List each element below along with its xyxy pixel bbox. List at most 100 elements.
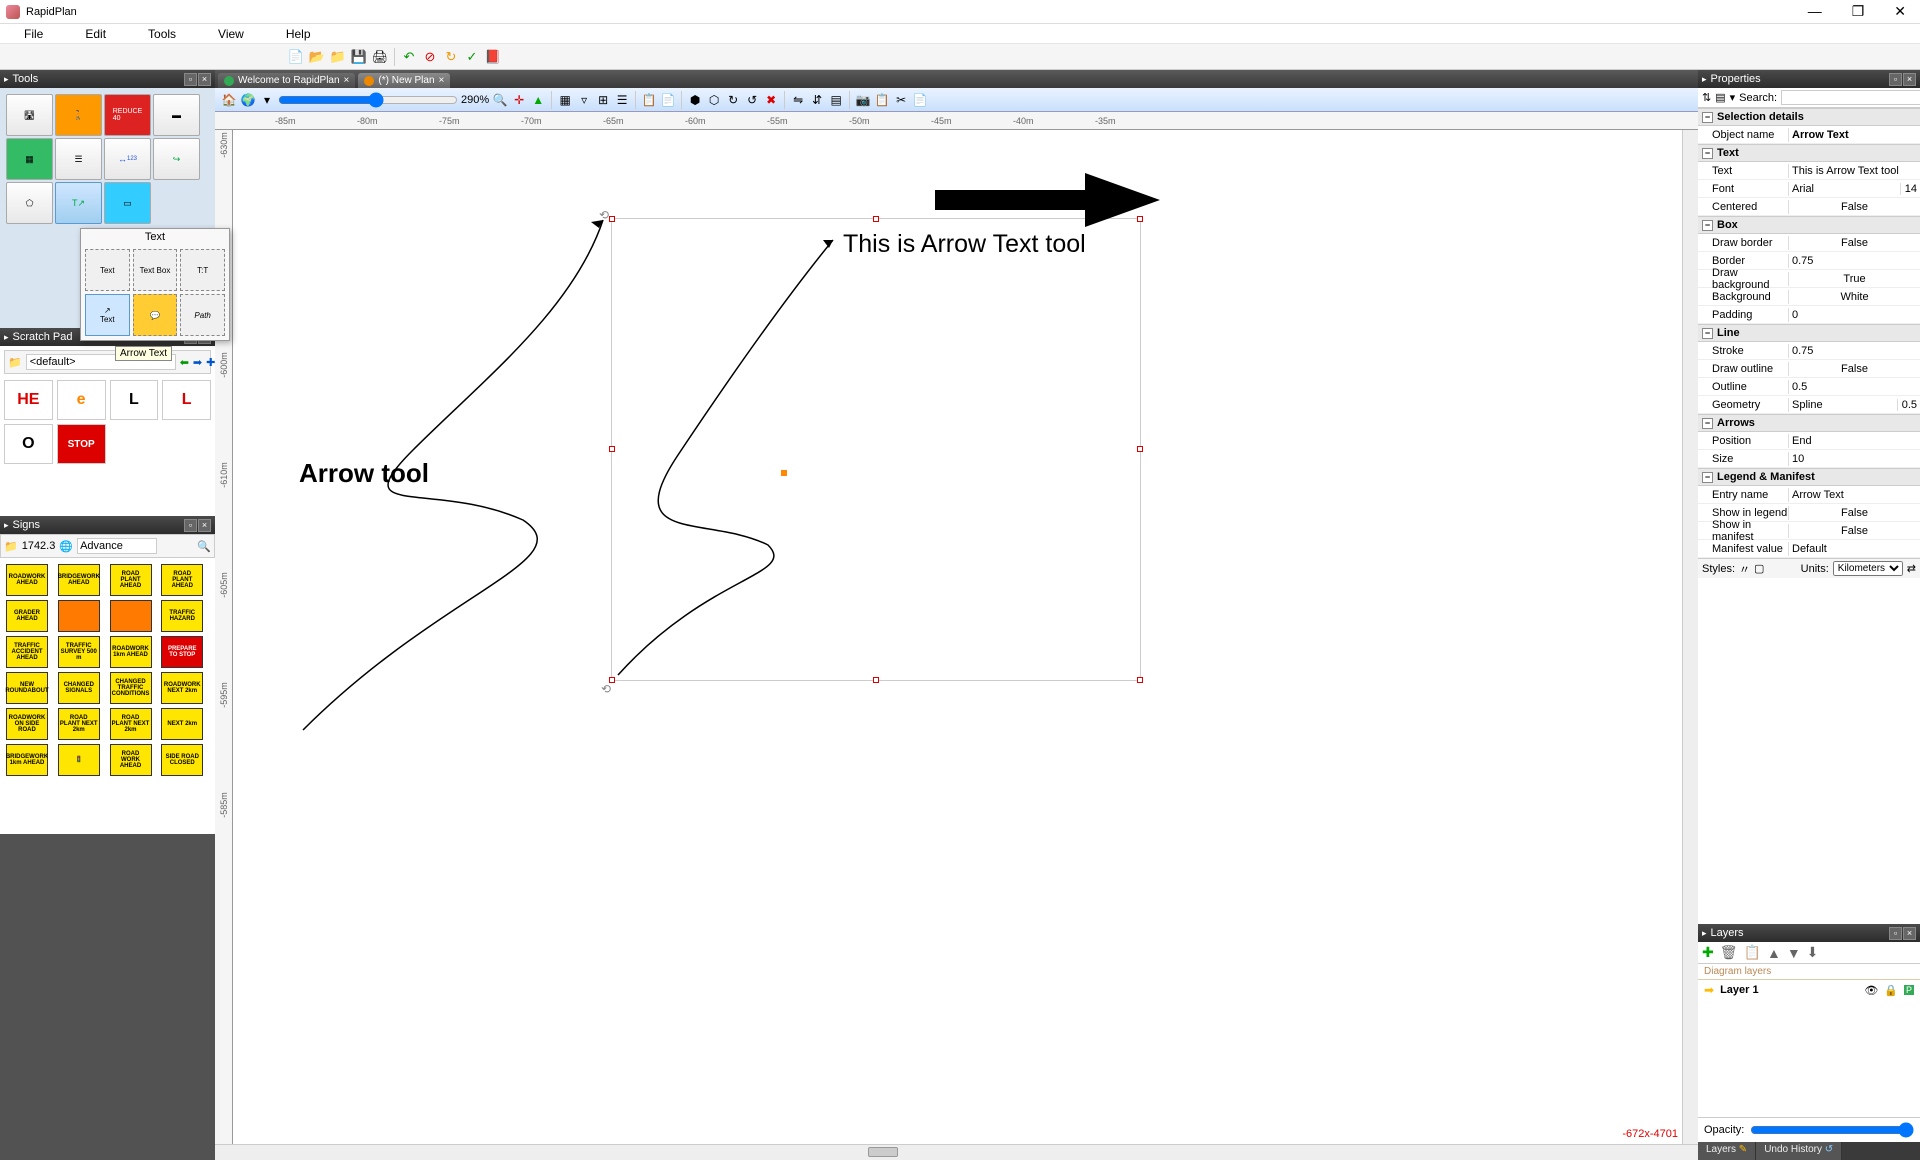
copy-icon[interactable]: 📋 (641, 92, 657, 108)
window-close[interactable]: ✕ (1886, 1, 1914, 22)
sign-item[interactable]: ROAD PLANT AHEAD (161, 564, 203, 596)
section-selection[interactable]: −Selection details (1698, 108, 1920, 126)
save-icon[interactable]: 💾 (350, 48, 368, 66)
panel-pin-icon[interactable]: ▫ (1889, 927, 1902, 940)
filter-icon[interactable]: ▤ (1715, 91, 1725, 104)
prop-value[interactable]: 0.5 (1788, 380, 1920, 394)
sign-item[interactable]: NEW ROUNDABOUT (6, 672, 48, 704)
rotate-icon[interactable]: ↻ (725, 92, 741, 108)
menu-tools[interactable]: Tools (128, 25, 196, 43)
paste-icon[interactable]: 📄 (660, 92, 676, 108)
sign-item[interactable]: PREPARE TO STOP (161, 636, 203, 668)
scratch-item[interactable]: L (110, 380, 159, 420)
marker-icon[interactable]: ▲ (530, 92, 546, 108)
sign-item[interactable]: ROADWORK AHEAD (6, 564, 48, 596)
clipboard-icon[interactable]: 📋 (874, 92, 890, 108)
exit-icon[interactable]: 📕 (484, 48, 502, 66)
tool-area[interactable]: ▦ (6, 138, 53, 180)
delete-icon[interactable]: ✖ (763, 92, 779, 108)
tool-road[interactable]: 🛣 (6, 94, 53, 136)
group-icon[interactable]: ⬢ (687, 92, 703, 108)
prop-value[interactable]: Default (1788, 542, 1920, 556)
tools-panel-header[interactable]: ▸ Tools ▫× (0, 70, 215, 88)
scratch-item[interactable]: HE (4, 380, 53, 420)
sign-item[interactable]: NEXT 2km (161, 708, 203, 740)
window-minimize[interactable]: — (1800, 1, 1830, 22)
lock-icon[interactable]: 🔒 (1884, 984, 1898, 997)
sign-item[interactable]: TRAFFIC HAZARD (161, 600, 203, 632)
tool-speed-sign[interactable]: REDUCE40 (104, 94, 151, 136)
rotate-handle-icon[interactable]: ⟲ (599, 208, 609, 222)
tab-welcome[interactable]: Welcome to RapidPlan× (218, 73, 355, 88)
flyout-text-pair[interactable]: T:T (180, 249, 225, 291)
panel-close-icon[interactable]: × (198, 73, 211, 86)
print-layer-icon[interactable]: P (1904, 985, 1914, 995)
tab-layers[interactable]: Layers ✎ (1698, 1142, 1756, 1160)
scratch-item[interactable]: O (4, 424, 53, 464)
doc-icon[interactable]: 📄 (912, 92, 928, 108)
tab-undo-history[interactable]: Undo History ↺ (1756, 1142, 1842, 1160)
list-icon[interactable]: ☰ (614, 92, 630, 108)
flyout-text[interactable]: Text (85, 249, 130, 291)
sort-icon[interactable]: ⇅ (1702, 91, 1711, 104)
tool-pedestrian-sign[interactable]: 🚶 (55, 94, 102, 136)
menu-file[interactable]: File (4, 25, 63, 43)
panel-close-icon[interactable]: × (198, 519, 211, 532)
tool-shape[interactable]: ⬠ (6, 182, 53, 224)
refresh-icon[interactable]: ↻ (442, 48, 460, 66)
prop-value[interactable]: Arial14 (1788, 182, 1920, 196)
panel-pin-icon[interactable]: ▫ (1889, 73, 1902, 86)
prop-value[interactable]: True (1788, 272, 1920, 286)
sign-item[interactable]: ROAD PLANT NEXT 2km (110, 708, 152, 740)
prop-value[interactable]: False (1788, 362, 1920, 376)
scratch-item[interactable]: e (57, 380, 106, 420)
merge-layer-icon[interactable]: ⬇ (1807, 944, 1819, 961)
panel-pin-icon[interactable]: ▫ (184, 519, 197, 532)
prop-value[interactable]: 0.75 (1788, 344, 1920, 358)
close-icon[interactable]: × (439, 75, 445, 86)
rotate-handle-icon[interactable]: ⟲ (601, 682, 611, 696)
open-icon[interactable]: 📂 (308, 48, 326, 66)
chevron-down-icon[interactable]: ▾ (259, 92, 275, 108)
redo-icon[interactable]: ⊘ (421, 48, 439, 66)
menu-help[interactable]: Help (266, 25, 331, 43)
home-icon[interactable]: 🏠 (221, 92, 237, 108)
section-line[interactable]: −Line (1698, 324, 1920, 342)
prop-value[interactable]: This is Arrow Text tool (1788, 164, 1920, 178)
signs-panel-header[interactable]: ▸Signs ▫× (0, 516, 215, 534)
canvas[interactable]: Arrow tool This is Arrow Text tool ⟲ (233, 130, 1682, 1144)
flyout-arrow-text[interactable]: ↗Text (85, 294, 130, 336)
scratch-item[interactable]: STOP (57, 424, 106, 464)
flip-v-icon[interactable]: ⇵ (809, 92, 825, 108)
sign-item[interactable]: ROADWORK 1km AHEAD (110, 636, 152, 668)
sign-item[interactable]: ROAD WORK AHEAD (110, 744, 152, 776)
nav-back-icon[interactable]: ⬅ (180, 356, 189, 369)
arrow-text-shape[interactable] (608, 215, 1148, 690)
units-select[interactable]: Kilometers (1833, 561, 1903, 576)
prop-value[interactable]: False (1788, 200, 1920, 214)
search-input[interactable] (1781, 90, 1920, 105)
sign-item[interactable]: TRAFFIC ACCIDENT AHEAD (6, 636, 48, 668)
styles-apply-icon[interactable]: ▢ (1754, 562, 1764, 575)
tool-text[interactable]: T↗ (55, 182, 102, 224)
expand-icon[interactable]: ▾ (1730, 91, 1736, 104)
dup-layer-icon[interactable]: 📋 (1744, 944, 1761, 961)
prop-value[interactable]: End (1788, 434, 1920, 448)
check-icon[interactable]: ✓ (463, 48, 481, 66)
sign-item[interactable]: ROADWORK ON SIDE ROAD (6, 708, 48, 740)
prop-value[interactable]: 0 (1788, 308, 1920, 322)
layers-icon[interactable]: ▤ (828, 92, 844, 108)
down-layer-icon[interactable]: ▼ (1787, 945, 1801, 961)
globe-icon[interactable]: 🌍 (240, 92, 256, 108)
zoom-icon[interactable]: 🔍 (492, 92, 508, 108)
menu-view[interactable]: View (198, 25, 264, 43)
sign-item[interactable]: SIDE ROAD CLOSED (161, 744, 203, 776)
panel-close-icon[interactable]: × (1903, 927, 1916, 940)
prop-value[interactable]: False (1788, 506, 1920, 520)
zoom-slider[interactable] (278, 92, 458, 108)
sign-item[interactable] (110, 600, 152, 632)
panel-pin-icon[interactable]: ▫ (184, 73, 197, 86)
menu-edit[interactable]: Edit (65, 25, 126, 43)
styles-icon[interactable]: 〃 (1739, 561, 1750, 577)
prop-value[interactable]: 10 (1788, 452, 1920, 466)
